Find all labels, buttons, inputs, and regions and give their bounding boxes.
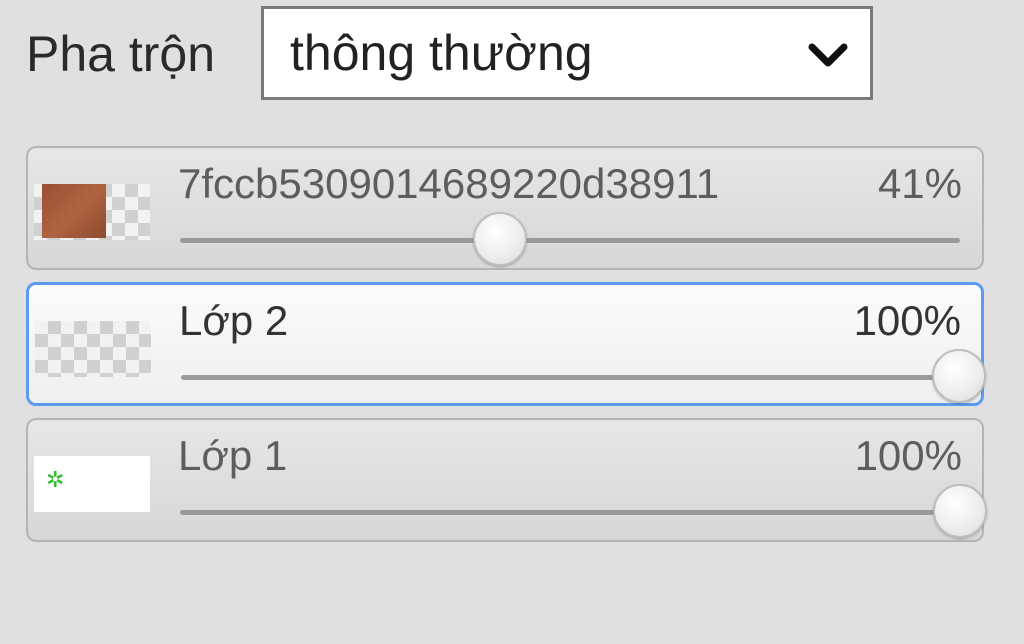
blend-mode-label: Pha trộn (26, 26, 216, 82)
layer-name: Lớp 2 (179, 297, 289, 344)
layer-item-3[interactable]: ✲ Lớp 1 100% (26, 418, 987, 542)
layers-panel: Pha trộn thông thường 7fccb5309014689220… (0, 0, 1024, 644)
opacity-slider[interactable] (180, 212, 960, 266)
blend-mode-value: thông thường (290, 25, 593, 81)
blend-mode-select[interactable]: thông thường (261, 6, 873, 100)
blend-mode-row: Pha trộn thông thường (26, 6, 886, 104)
layer-item-1[interactable]: 7fccb5309014689220d38911 41% (26, 146, 984, 270)
layer-thumbnail: ✲ (34, 456, 150, 512)
brown-texture-thumbnail (42, 184, 106, 238)
layer-thumbnail (34, 184, 150, 240)
layer-opacity-value: 100% (854, 432, 962, 479)
chevron-down-icon (808, 43, 848, 67)
layer-list: 7fccb5309014689220d38911 41% Lớp 2 100% … (26, 146, 987, 554)
green-mark-icon: ✲ (46, 468, 65, 493)
layer-opacity-value: 100% (853, 297, 961, 344)
opacity-slider-thumb[interactable] (932, 349, 986, 403)
opacity-slider-thumb[interactable] (933, 484, 987, 538)
opacity-slider[interactable] (181, 349, 986, 403)
opacity-slider[interactable] (180, 484, 987, 538)
transparent-thumbnail (35, 321, 151, 377)
layer-item-2[interactable]: Lớp 2 100% (26, 282, 986, 406)
opacity-slider-thumb[interactable] (472, 212, 527, 266)
layer-name: 7fccb5309014689220d38911 (178, 160, 720, 207)
layer-name: Lớp 1 (178, 432, 288, 479)
layer-opacity-value: 41% (877, 160, 962, 207)
